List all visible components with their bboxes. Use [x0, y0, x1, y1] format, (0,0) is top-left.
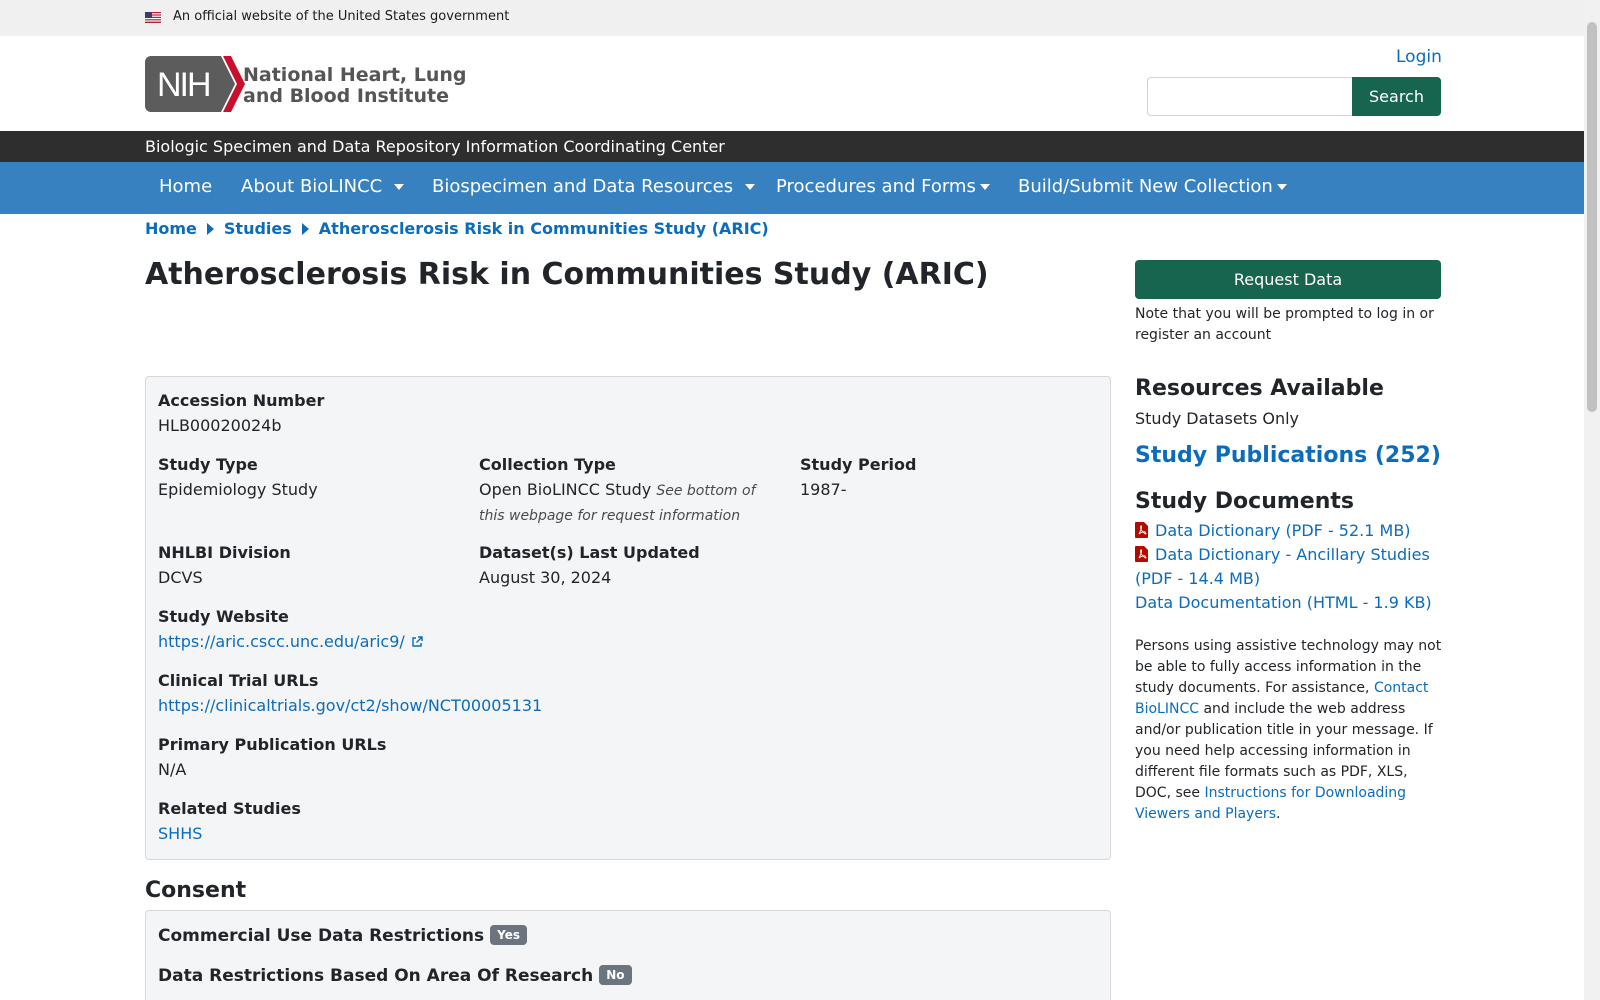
chevron-down-icon	[1276, 184, 1287, 190]
svg-text:NIH: NIH	[157, 66, 210, 104]
accession-field: Accession Number HLB00020024b	[158, 391, 324, 438]
field-value: 1987-	[800, 480, 847, 499]
field-label: Primary Publication URLs	[158, 735, 387, 754]
chevron-down-icon	[394, 184, 405, 190]
consent-heading: Consent	[145, 878, 247, 903]
study-documents-heading: Study Documents	[1135, 489, 1354, 514]
caret-right-icon	[301, 223, 309, 235]
svg-text:National Heart, Lung,: National Heart, Lung,	[243, 64, 465, 86]
collection-type-field: Collection Type Open BioLINCC Study See …	[479, 455, 779, 528]
primary-publication-field: Primary Publication URLs N/A	[158, 735, 386, 782]
field-value: N/A	[158, 760, 187, 779]
clinical-trial-field: Clinical Trial URLs https://clinicaltria…	[158, 671, 542, 718]
resources-value: Study Datasets Only	[1135, 409, 1300, 428]
field-label: Collection Type	[479, 455, 616, 474]
subtitle-bar: Biologic Specimen and Data Repository In…	[0, 131, 1584, 162]
nav-about-biolincc[interactable]: About BioLINCC	[241, 176, 405, 197]
field-label: Accession Number	[158, 391, 325, 410]
svg-text:and Blood Institute: and Blood Institute	[243, 85, 449, 107]
breadcrumb-home[interactable]: Home	[145, 219, 197, 238]
pdf-icon	[1135, 522, 1148, 538]
field-value: DCVS	[158, 568, 203, 587]
caret-right-icon	[206, 223, 214, 235]
request-note: Note that you will be prompted to log in…	[1135, 306, 1434, 343]
gov-banner-text: An official website of the United States…	[173, 9, 510, 24]
chevron-down-icon	[745, 184, 756, 190]
request-data-button[interactable]: Request Data	[1135, 260, 1441, 299]
pdf-icon	[1135, 546, 1148, 562]
field-value: August 30, 2024	[479, 568, 612, 587]
site-header: NIH National Heart, Lung, and Blood Inst…	[0, 36, 1584, 131]
resources-heading: Resources Available	[1135, 376, 1384, 401]
nav-biospecimen-resources[interactable]: Biospecimen and Data Resources	[432, 176, 756, 197]
field-label: Clinical Trial URLs	[158, 671, 319, 690]
page-scrollbar[interactable]	[1584, 0, 1600, 1000]
search-input[interactable]	[1147, 77, 1353, 116]
status-badge: Yes	[490, 925, 527, 945]
subtitle-text: Biologic Specimen and Data Repository In…	[145, 137, 725, 156]
data-dictionary-link[interactable]: Data Dictionary (PDF - 52.1 MB)	[1135, 519, 1445, 543]
field-label: Study Type	[158, 455, 258, 474]
gov-banner: An official website of the United States…	[0, 0, 1584, 36]
breadcrumb-current-study[interactable]: Atherosclerosis Risk in Communities Stud…	[319, 219, 769, 238]
breadcrumb-studies[interactable]: Studies	[224, 219, 292, 238]
status-badge: No	[599, 965, 632, 985]
study-info-card: Accession Number HLB00020024b Study Type…	[145, 376, 1111, 860]
study-type-field: Study Type Epidemiology Study	[158, 455, 318, 502]
related-study-link[interactable]: SHHS	[158, 824, 202, 843]
field-label: Study Period	[800, 455, 917, 474]
us-flag-icon	[145, 12, 161, 23]
search-button[interactable]: Search	[1352, 77, 1441, 116]
consent-card: Commercial Use Data Restrictions Yes Data…	[145, 910, 1111, 1000]
assistive-technology-note: Persons using assistive technology may n…	[1135, 638, 1442, 822]
external-link-icon	[412, 636, 423, 647]
nav-home[interactable]: Home	[159, 176, 212, 197]
nhlbi-logo[interactable]: NIH National Heart, Lung, and Blood Inst…	[145, 56, 465, 112]
field-label: Dataset(s) Last Updated	[479, 543, 700, 562]
last-updated-field: Dataset(s) Last Updated August 30, 2024	[479, 543, 700, 590]
breadcrumb: Home Studies Atherosclerosis Risk in Commu…	[145, 219, 769, 238]
study-website-link[interactable]: https://aric.cscc.unc.edu/aric9/	[158, 632, 405, 651]
login-link[interactable]: Login	[1396, 47, 1442, 67]
study-publications-link[interactable]: Study Publications (252)	[1135, 443, 1441, 468]
field-label: Related Studies	[158, 799, 301, 818]
clinical-trial-link[interactable]: https://clinicaltrials.gov/ct2/show/NCT0…	[158, 696, 542, 715]
nav-build-submit-collection[interactable]: Build/Submit New Collection	[1018, 176, 1287, 197]
division-field: NHLBI Division DCVS	[158, 543, 291, 590]
data-documentation-link[interactable]: Data Documentation (HTML - 1.9 KB)	[1135, 591, 1445, 615]
nav-procedures-forms[interactable]: Procedures and Forms	[776, 176, 990, 197]
field-label: NHLBI Division	[158, 543, 291, 562]
study-website-field: Study Website https://aric.cscc.unc.edu/…	[158, 607, 423, 654]
field-value: HLB00020024b	[158, 416, 282, 435]
scrollbar-thumb[interactable]	[1587, 22, 1597, 412]
chevron-down-icon	[979, 184, 990, 190]
study-period-field: Study Period 1987-	[800, 455, 916, 502]
related-studies-field: Related Studies SHHS	[158, 799, 301, 846]
page-title: Atherosclerosis Risk in Communities Stud…	[145, 257, 989, 292]
data-dictionary-ancillary-link[interactable]: Data Dictionary - Ancillary Studies (PDF…	[1135, 543, 1445, 591]
consent-row-commercial: Commercial Use Data Restrictions Yes	[158, 925, 527, 946]
field-label: Study Website	[158, 607, 289, 626]
consent-row-area-of-research: Data Restrictions Based On Area Of Resea…	[158, 965, 632, 986]
main-navbar: Home About BioLINCC Biospecimen and Data…	[0, 162, 1584, 214]
field-value: Open BioLINCC Study See bottom of this w…	[479, 480, 756, 524]
field-value: Epidemiology Study	[158, 480, 318, 499]
